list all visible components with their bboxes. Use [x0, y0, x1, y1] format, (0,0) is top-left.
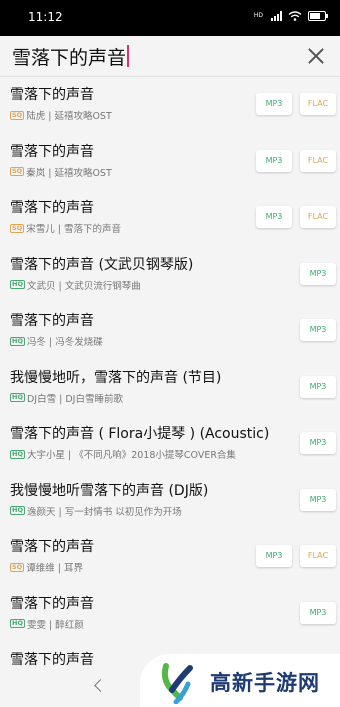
signal-icon: [271, 11, 282, 21]
mp3-download-button[interactable]: MP3: [300, 262, 336, 285]
song-title: 雪落下的声音: [10, 539, 94, 555]
artist-album: 秦岚 | 延禧攻略OST: [26, 167, 112, 179]
artist-album: DJ白雪 | DJ白雪睡前歌: [26, 393, 123, 405]
mp3-download-button[interactable]: MP3: [300, 375, 336, 398]
song-meta: SQ 宋雪儿 | 雪落下的声音: [10, 221, 121, 235]
song-title: 雪落下的声音 ( Flora小提琴 ) (Acoustic): [10, 426, 270, 442]
flac-download-button[interactable]: FLAC: [300, 545, 336, 567]
song-title: 雪落下的声音: [10, 652, 94, 668]
quality-badge: HQ: [10, 619, 25, 628]
artist-album: 文武贝 | 文武贝流行钢琴曲: [26, 280, 141, 292]
song-meta: SQ 谭维维 | 耳界: [10, 560, 83, 574]
text-caret: [127, 45, 130, 67]
status-icons: HD: [253, 11, 328, 21]
result-row[interactable]: 雪落下的声音 SQ 谭维维 | 耳界 MP3 FLAC: [0, 529, 340, 586]
quality-badge: SQ: [10, 167, 25, 176]
song-meta: HQ 冯冬 | 冯冬发烧碟: [10, 334, 103, 348]
song-meta: HQ DJ白雪 | DJ白雪睡前歌: [10, 391, 123, 405]
song-meta: HQ 雯雯 | 醉红颜: [10, 617, 84, 631]
song-meta: SQ 秦岚 | 延禧攻略OST: [10, 165, 112, 179]
mp3-download-button[interactable]: MP3: [256, 545, 292, 567]
result-row[interactable]: 雪落下的声音 (文武贝钢琴版) HQ 文武贝 | 文武贝流行钢琴曲 MP3: [0, 247, 340, 304]
search-bar: 雪落下的声音: [0, 36, 340, 76]
mp3-download-button[interactable]: MP3: [256, 149, 292, 172]
mp3-download-button[interactable]: MP3: [300, 601, 336, 624]
artist-album: 逸颜天 | 写一封情书 以初见作为开场: [26, 506, 182, 518]
song-title: 雪落下的声音: [10, 143, 94, 160]
quality-badge: SQ: [10, 562, 25, 572]
search-query: 雪落下的声音: [12, 46, 127, 69]
result-row[interactable]: 我慢慢地听雪落下的声音 (DJ版) HQ 逸颜天 | 写一封情书 以初见作为开场 MP…: [0, 473, 340, 530]
network-tag: HD: [253, 12, 263, 19]
search-input[interactable]: 雪落下的声音: [12, 40, 130, 72]
song-meta: HQ 文武贝 | 文武贝流行钢琴曲: [10, 278, 141, 292]
song-title: 雪落下的声音 (文武贝钢琴版): [10, 256, 194, 273]
quality-badge: SQ: [10, 223, 25, 233]
results-list: 雪落下的声音 SQ 陆虎 | 延禧攻略OST MP3 FLAC 雪落下的声音 SQ 秦岚 | …: [0, 77, 340, 699]
wifi-icon: [288, 11, 302, 21]
watermark-text: 高新手游网: [210, 671, 320, 695]
mp3-download-button[interactable]: MP3: [300, 432, 336, 454]
song-title: 我慢慢地听雪落下的声音 (DJ版): [10, 482, 209, 499]
artist-album: 冯冬 | 冯冬发烧碟: [26, 337, 103, 348]
battery-icon: [308, 11, 328, 21]
result-row[interactable]: 雪落下的声音 SQ 秦岚 | 延禧攻略OST MP3 FLAC: [0, 134, 340, 191]
song-title: 我慢慢地听，雪落下的声音 (节目): [10, 369, 222, 386]
back-chevron-icon[interactable]: [94, 679, 107, 692]
mp3-download-button[interactable]: MP3: [300, 319, 336, 341]
quality-badge: HQ: [10, 280, 25, 289]
song-meta: HQ 大宇小星 | 《不同凡响》2018小提琴COVER合集: [10, 447, 236, 461]
quality-badge: HQ: [10, 506, 25, 515]
mp3-download-button[interactable]: MP3: [256, 93, 292, 115]
quality-badge: HQ: [10, 393, 25, 402]
artist-album: 雯雯 | 醉红颜: [26, 619, 84, 631]
flac-download-button[interactable]: FLAC: [300, 149, 336, 172]
song-title: 雪落下的声音: [10, 595, 94, 612]
close-icon[interactable]: [306, 46, 326, 66]
song-title: 雪落下的声音: [10, 200, 94, 216]
watermark: 高新手游网: [140, 654, 340, 707]
result-row[interactable]: 我慢慢地听，雪落下的声音 (节目) HQ DJ白雪 | DJ白雪睡前歌 MP3: [0, 360, 340, 417]
status-time: 11:12: [28, 10, 63, 24]
song-title: 雪落下的声音: [10, 87, 94, 103]
artist-album: 大宇小星 | 《不同凡响》2018小提琴COVER合集: [26, 450, 236, 461]
song-title: 雪落下的声音: [10, 313, 94, 329]
result-row[interactable]: 雪落下的声音 SQ 宋雪儿 | 雪落下的声音 MP3 FLAC: [0, 190, 340, 247]
song-meta: HQ 逸颜天 | 写一封情书 以初见作为开场: [10, 504, 182, 518]
flac-download-button[interactable]: FLAC: [300, 93, 336, 115]
result-row[interactable]: 雪落下的声音 HQ 冯冬 | 冯冬发烧碟 MP3: [0, 303, 340, 360]
quality-badge: HQ: [10, 449, 25, 459]
artist-album: 谭维维 | 耳界: [26, 563, 83, 574]
artist-album: 宋雪儿 | 雪落下的声音: [26, 224, 121, 235]
mp3-download-button[interactable]: MP3: [256, 206, 292, 228]
quality-badge: HQ: [10, 336, 25, 346]
quality-badge: SQ: [10, 110, 25, 120]
result-row[interactable]: 雪落下的声音 HQ 雯雯 | 醉红颜 MP3: [0, 586, 340, 643]
song-meta: SQ 陆虎 | 延禧攻略OST: [10, 108, 112, 122]
mp3-download-button[interactable]: MP3: [300, 488, 336, 511]
flac-download-button[interactable]: FLAC: [300, 206, 336, 228]
result-row[interactable]: 雪落下的声音 SQ 陆虎 | 延禧攻略OST MP3 FLAC: [0, 77, 340, 134]
watermark-logo-icon: [161, 663, 193, 704]
result-row[interactable]: 雪落下的声音 ( Flora小提琴 ) (Acoustic) HQ 大宇小星 | 《…: [0, 416, 340, 473]
artist-album: 陆虎 | 延禧攻略OST: [26, 111, 112, 122]
status-bar: 11:12 HD: [0, 0, 340, 36]
